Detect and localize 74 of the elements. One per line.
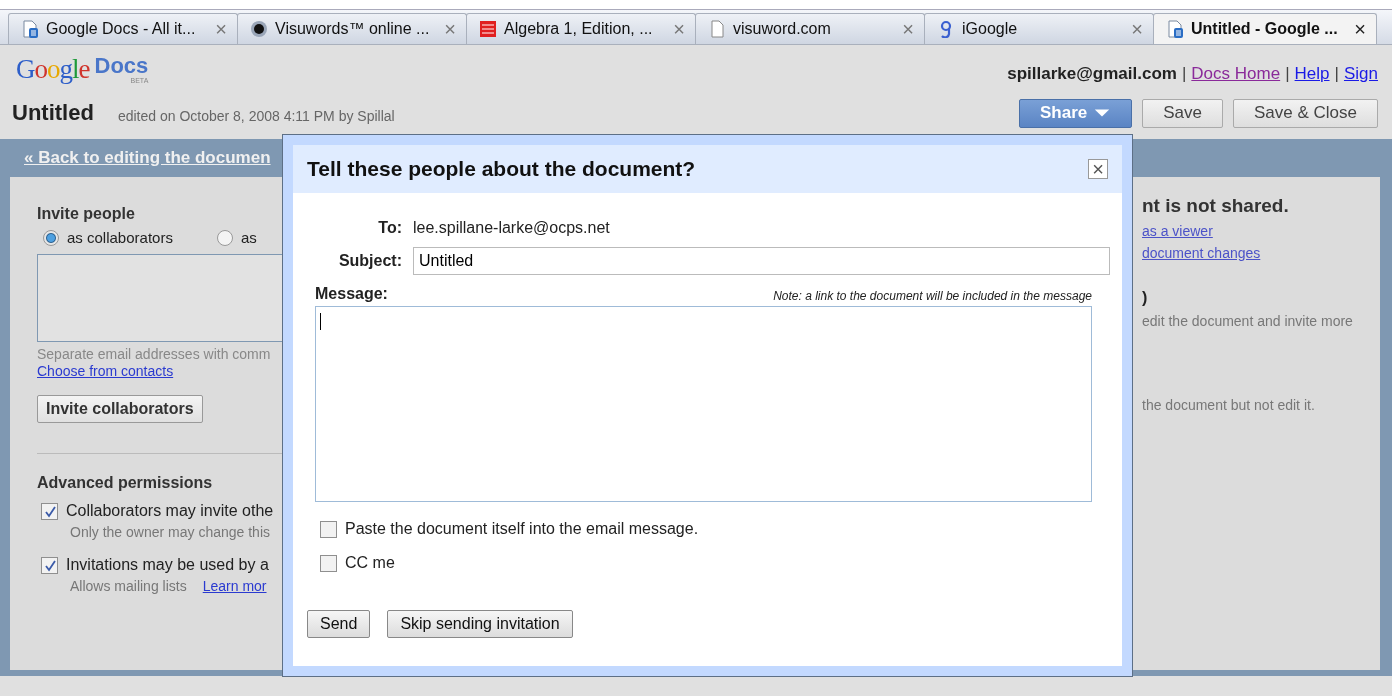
toolbar-button[interactable]: Save: [1142, 98, 1223, 128]
learn-more-link[interactable]: Learn mor: [202, 578, 267, 594]
checkbox-label: Invitations may be used by a: [66, 556, 269, 574]
separator: |: [1181, 64, 1187, 84]
document-icon: [1166, 20, 1184, 38]
checkbox-label: Collaborators may invite othe: [66, 502, 274, 520]
role-note: the document but not edit it.: [1142, 397, 1316, 413]
sharing-link[interactable]: as a viewer: [1142, 223, 1380, 239]
account-email: spillarke@gmail.com: [1007, 64, 1177, 84]
publisher-logo-icon: [479, 20, 497, 38]
sharing-link[interactable]: document changes: [1142, 245, 1380, 261]
logo-product: Docs: [94, 55, 149, 77]
section-heading: Advanced permissions: [37, 474, 214, 492]
tab-title: Untitled - Google ...: [1191, 20, 1339, 38]
browser-tab[interactable]: Visuwords™ online ... ×: [237, 13, 467, 44]
field-label: Subject:: [337, 252, 402, 270]
checkbox-label: Paste the document itself into the email message.: [345, 520, 699, 538]
separator: |: [1285, 64, 1290, 84]
close-icon[interactable]: ×: [673, 19, 685, 39]
radio-label: as: [240, 229, 257, 246]
option-note: Only the owner may change this: [70, 524, 270, 540]
checkbox[interactable]: [41, 556, 58, 574]
close-icon[interactable]: ×: [444, 19, 456, 39]
message-note: Note: a link to the document will be included in the message: [773, 289, 1092, 303]
send-button[interactable]: Send: [307, 610, 371, 638]
close-button[interactable]: ×: [1088, 159, 1108, 179]
field-label: Message:: [315, 285, 388, 303]
checkbox[interactable]: [320, 520, 337, 538]
close-icon[interactable]: ×: [1131, 19, 1143, 39]
edit-info: edited on October 8, 2008 4:11 PM by Spillal: [117, 108, 395, 124]
toolbar-button[interactable]: Save & Close: [1233, 98, 1378, 128]
hint-text: Separate email addresses with comm: [37, 346, 272, 362]
browser-tab[interactable]: iGoogle ×: [924, 13, 1154, 44]
radio-button[interactable]: [216, 229, 233, 246]
field-label: To:: [377, 219, 402, 237]
sharing-status: nt is not shared.: [1142, 195, 1290, 217]
option-note: Allows mailing lists: [70, 578, 187, 594]
tab-title: Algebra 1, Edition, ...: [504, 20, 654, 38]
recipient-address: lee.spillane-larke@ocps.net: [413, 219, 611, 237]
logo-wordmark: Google: [16, 54, 90, 85]
dark-orb-icon: [250, 20, 268, 38]
radio-button[interactable]: [43, 229, 59, 246]
role-heading: ): [1142, 289, 1149, 307]
close-icon[interactable]: ×: [1354, 19, 1366, 39]
checkbox[interactable]: [320, 554, 337, 572]
section-heading: Invite people: [37, 205, 136, 223]
header-link[interactable]: Help: [1294, 64, 1330, 84]
checkbox-label: CC me: [345, 554, 395, 572]
tab-title: iGoogle: [962, 20, 1019, 38]
browser-tab[interactable]: Algebra 1, Edition, ... ×: [466, 13, 696, 44]
skip-button[interactable]: Skip sending invitation: [387, 610, 573, 638]
tab-title: Visuwords™ online ...: [275, 20, 431, 38]
page-icon: [708, 20, 726, 38]
contacts-link[interactable]: Choose from contacts: [37, 363, 174, 379]
checkbox[interactable]: [41, 502, 58, 520]
separator: |: [1334, 64, 1339, 84]
dialog-title: Tell these people about the document?: [307, 157, 696, 181]
tab-title: Google Docs - All it...: [46, 20, 197, 38]
subject-field[interactable]: Untitled: [413, 247, 1110, 275]
header-link[interactable]: Sign: [1343, 64, 1378, 84]
document-title: Untitled: [12, 100, 94, 126]
message-field[interactable]: [315, 306, 1092, 502]
tab-title: visuword.com: [733, 20, 832, 38]
radio-label: as collaborators: [67, 229, 173, 246]
invite-button[interactable]: Invite collaborators: [37, 395, 203, 423]
document-icon: [21, 20, 39, 38]
header-link[interactable]: Docs Home: [1191, 64, 1281, 84]
browser-tab[interactable]: visuword.com ×: [695, 13, 925, 44]
close-icon[interactable]: ×: [902, 19, 914, 39]
browser-tab[interactable]: Google Docs - All it... ×: [8, 13, 238, 44]
close-icon[interactable]: ×: [215, 19, 227, 39]
role-note: edit the document and invite more: [1142, 313, 1354, 329]
browser-tab[interactable]: Untitled - Google ... ×: [1153, 13, 1377, 44]
email-addresses-field[interactable]: [37, 254, 282, 342]
